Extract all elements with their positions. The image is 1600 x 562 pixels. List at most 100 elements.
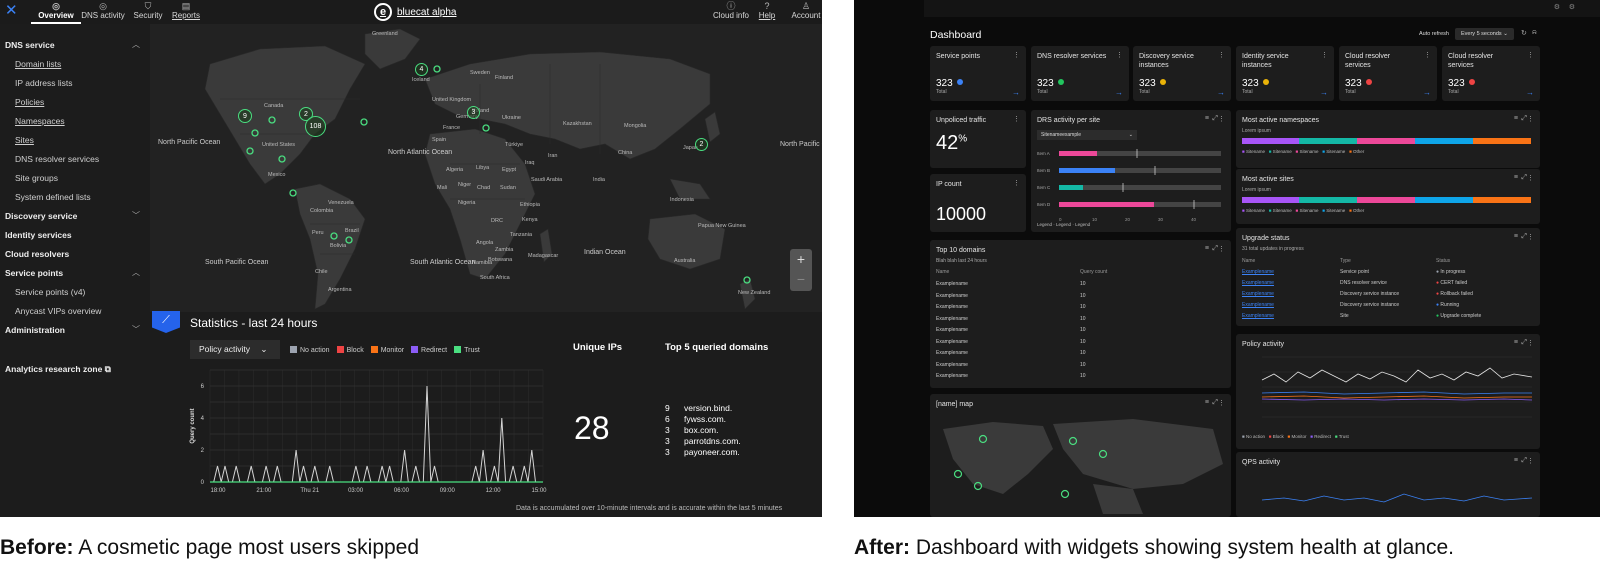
list-icon[interactable]: ≡ (1514, 339, 1518, 346)
list-icon[interactable]: ≡ (1205, 115, 1209, 122)
close-icon[interactable]: ✕ (5, 3, 18, 18)
zoom-control[interactable]: + − (790, 249, 812, 291)
map-widget[interactable]: [name] map ≡ ⤢ ⋮ (930, 394, 1231, 517)
chevron-down-icon[interactable]: ﹀ (132, 210, 140, 221)
sidebar-administration[interactable]: Administration (5, 325, 65, 335)
zoom-in-button[interactable]: + (790, 249, 812, 269)
top10-domains-card[interactable]: Top 10 domains Blah blah last 24 hours ≡… (930, 240, 1231, 388)
tab-reports[interactable]: ▤ Reports (163, 1, 209, 20)
sidebar-item[interactable]: Service points (v4) (15, 287, 85, 297)
list-icon[interactable]: ≡ (1514, 115, 1518, 122)
drs-bar[interactable] (1059, 185, 1083, 190)
drs-bar[interactable] (1059, 168, 1115, 173)
more-icon[interactable]: ⋮ (1013, 179, 1020, 187)
sidebar-item[interactable]: Sites (15, 135, 34, 145)
policy-activity-chart[interactable]: 0 2 4 6 Query count 18:00 21:00 Thu 21 03:00 06:0… (188, 362, 568, 512)
kpi-card[interactable]: Cloud resolver services ⋮ 323 Total → (1442, 46, 1540, 101)
upgrade-name-link[interactable]: Examplename (1242, 280, 1274, 286)
more-icon[interactable]: ⋮ (1527, 339, 1534, 347)
list-icon[interactable]: ≡ (1205, 399, 1209, 406)
list-icon[interactable]: ≡ (1514, 457, 1518, 464)
list-icon[interactable]: ≡ (1514, 233, 1518, 240)
sites-card[interactable]: Most active sites Lorem ipsum ≡ ⤢ ⋮ ■ Site… (1236, 168, 1540, 224)
kpi-card[interactable]: Cloud resolver services ⋮ 323 Total → (1339, 46, 1437, 101)
refresh-interval-select[interactable]: Every 5 seconds ⌄ (1455, 28, 1514, 40)
brand[interactable]: e bluecat alpha (374, 3, 457, 21)
sidebar-item[interactable]: Site groups (15, 173, 58, 183)
sidebar-discovery-service[interactable]: Discovery service (5, 211, 77, 221)
list-icon[interactable]: ≡ (1205, 245, 1209, 252)
more-icon[interactable]: ⋮ (1527, 115, 1534, 123)
more-icon[interactable]: ⋮ (1218, 245, 1225, 253)
upgrade-name-link[interactable]: Examplename (1242, 302, 1274, 308)
kpi-card[interactable]: Discovery service instances ⋮ 323 Total → (1133, 46, 1231, 101)
sidebar-item[interactable]: System defined lists (15, 192, 91, 202)
policy-activity-card[interactable]: Policy activity ≡ ⤢ ⋮ ■ No action ■ Block … (1236, 334, 1540, 449)
list-icon[interactable]: ≡ (1514, 174, 1518, 181)
more-icon[interactable]: ⋮ (1424, 51, 1431, 59)
more-icon[interactable]: ⋮ (1321, 51, 1328, 59)
chevron-down-icon[interactable]: ﹀ (132, 324, 140, 335)
tab-dns-activity[interactable]: ◎ DNS activity (78, 1, 128, 20)
settings-icon[interactable]: ⚙ (1554, 3, 1560, 11)
kpi-card[interactable]: Identity service instances ⋮ 323 Total → (1236, 46, 1334, 101)
upgrade-name-link[interactable]: Examplename (1242, 313, 1274, 319)
chevron-up-icon[interactable]: ︿ (132, 267, 140, 278)
upgrade-name-link[interactable]: Examplename (1242, 291, 1274, 297)
arrow-right-icon[interactable]: → (1423, 88, 1431, 97)
more-icon[interactable]: ⋮ (1527, 174, 1534, 182)
ip-count-card[interactable]: IP count ⋮ 10000 (930, 174, 1026, 232)
site-select[interactable]: Sitenameexample ⌄ (1037, 130, 1137, 140)
arrow-right-icon[interactable]: → (1012, 88, 1020, 97)
more-icon[interactable]: ⋮ (1218, 115, 1225, 123)
sidebar-item[interactable]: IP address lists (15, 78, 72, 88)
unpoliced-traffic-card[interactable]: Unpoliced traffic ⋮ 42% (930, 110, 1026, 168)
refresh-icon[interactable]: ↻ (1521, 29, 1527, 37)
legend-item[interactable]: Monitor (370, 346, 404, 354)
drs-bar[interactable] (1059, 202, 1154, 207)
gear-icon[interactable]: ⚙ (1569, 3, 1575, 11)
legend-item[interactable]: Redirect (411, 346, 447, 354)
sidebar-item[interactable]: Anycast VIPs overview (15, 306, 101, 316)
sidebar-analytics[interactable]: Analytics research zone ⧉ (5, 364, 111, 375)
upgrade-status-card[interactable]: Upgrade status 31 total updates in progr… (1236, 228, 1540, 326)
arrow-right-icon[interactable]: → (1115, 88, 1123, 97)
sidebar-item[interactable]: Policies (15, 97, 44, 107)
more-icon[interactable]: ⋮ (1013, 51, 1020, 59)
upgrade-name-link[interactable]: Examplename (1242, 269, 1274, 275)
bell-icon[interactable]: ⍾ (1532, 29, 1537, 37)
drs-bar[interactable] (1059, 151, 1097, 156)
legend-item[interactable]: Block (336, 346, 364, 354)
zoom-out-button[interactable]: − (790, 269, 812, 289)
legend-item[interactable]: Trust (454, 346, 480, 354)
world-map[interactable]: Greenland Canada United States Mexico Co… (150, 24, 822, 312)
tab-overview[interactable]: ◎ Overview (31, 1, 81, 24)
sidebar-item[interactable]: Domain lists (15, 59, 61, 69)
sidebar-dns-service[interactable]: DNS service (5, 40, 55, 50)
namespaces-card[interactable]: Most active namespaces Lorem ipsum ≡ ⤢ ⋮ ■… (1236, 110, 1540, 168)
qps-activity-card[interactable]: QPS activity ≡ ⤢ ⋮ (1236, 452, 1540, 517)
policy-activity-dropdown[interactable]: Policy activity ⌄ (190, 340, 280, 359)
more-icon[interactable]: ⋮ (1013, 115, 1020, 123)
drs-activity-card[interactable]: DRS activity per site ≡ ⤢ ⋮ Sitenameexampl… (1031, 110, 1231, 232)
sidebar-item[interactable]: Namespaces (15, 116, 65, 126)
more-icon[interactable]: ⋮ (1527, 457, 1534, 465)
arrow-right-icon[interactable]: → (1320, 88, 1328, 97)
sidebar-service-points[interactable]: Service points (5, 268, 63, 278)
arrow-right-icon[interactable]: → (1217, 88, 1225, 97)
legend-item[interactable]: No action (290, 346, 330, 354)
arrow-right-icon[interactable]: → (1526, 88, 1534, 97)
sidebar-item[interactable]: DNS resolver services (15, 154, 99, 164)
more-icon[interactable]: ⋮ (1527, 233, 1534, 241)
chevron-up-icon[interactable]: ︿ (132, 39, 140, 50)
kpi-card[interactable]: Service points ⋮ 323 Total → (930, 46, 1026, 101)
more-icon[interactable]: ⋮ (1527, 51, 1534, 59)
account-button[interactable]: ♙ Account (787, 1, 822, 20)
more-icon[interactable]: ⋮ (1116, 51, 1123, 59)
help-button[interactable]: ? Help (747, 1, 787, 20)
sidebar-identity-services[interactable]: Identity services (5, 230, 72, 240)
kpi-card[interactable]: DNS resolver services ⋮ 323 Total → (1031, 46, 1129, 101)
more-icon[interactable]: ⋮ (1218, 399, 1225, 407)
more-icon[interactable]: ⋮ (1218, 51, 1225, 59)
sidebar-cloud-resolvers[interactable]: Cloud resolvers (5, 249, 69, 259)
